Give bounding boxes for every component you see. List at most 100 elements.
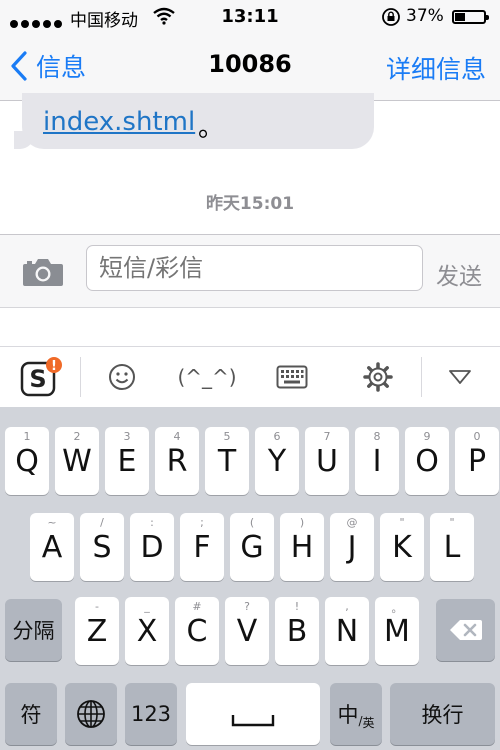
sogou-logo-icon[interactable]: S ! [10, 347, 72, 407]
key-e[interactable]: 3E [105, 427, 149, 495]
key-x[interactable]: _ X [125, 597, 169, 665]
key-b[interactable]: ! B [275, 597, 319, 665]
language-key-sub-label: 英 [362, 715, 375, 730]
key-hint: 6 [273, 430, 281, 443]
space-key[interactable] [186, 683, 320, 745]
send-button[interactable]: 发送 [436, 257, 482, 291]
details-button[interactable]: 详细信息 [386, 50, 486, 86]
key-hint: " [399, 516, 405, 529]
key-hint: 0 [473, 430, 481, 443]
key-letter: C [186, 614, 208, 649]
key-hint: @ [346, 516, 358, 529]
key-hint: 7 [323, 430, 331, 443]
key-hint: 5 [223, 430, 231, 443]
symbols-key-label: 符 [20, 703, 42, 727]
key-letter: K [392, 530, 412, 565]
smiley-icon[interactable] [92, 347, 152, 407]
key-j[interactable]: @ J [330, 513, 374, 581]
key-r[interactable]: 4R [155, 427, 199, 495]
key-letter: S [92, 530, 112, 565]
message-bubble: index.shtml 。 [14, 93, 374, 149]
space-icon [231, 715, 275, 727]
key-letter: F [193, 530, 211, 565]
key-letter: D [140, 530, 164, 565]
separator-key[interactable]: 分隔 [5, 599, 62, 661]
globe-key[interactable] [65, 683, 117, 745]
key-o[interactable]: 9O [405, 427, 449, 495]
key-g[interactable]: (G [230, 513, 274, 581]
key-hint: 4 [173, 430, 181, 443]
battery-percent: 37% [406, 6, 444, 26]
key-hint: # [192, 600, 202, 613]
key-letter: Z [86, 614, 108, 649]
key-hint: : [150, 516, 154, 529]
symbols-key[interactable]: 符 [5, 683, 57, 745]
key-t[interactable]: 5T [205, 427, 249, 495]
key-f[interactable]: ; F [180, 513, 224, 581]
key-letter: R [166, 444, 188, 479]
key-h[interactable]: ) H [280, 513, 324, 581]
key-letter: T [217, 444, 237, 479]
message-input[interactable] [86, 245, 423, 291]
key-hint: , [345, 600, 349, 613]
svg-text:S: S [29, 365, 46, 393]
key-letter: H [290, 530, 314, 565]
backspace-icon [449, 620, 482, 640]
gear-icon[interactable] [348, 347, 408, 407]
key-letter: A [41, 530, 63, 565]
key-a[interactable]: ~ A [30, 513, 74, 581]
key-l[interactable]: " L [430, 513, 474, 581]
collapse-triangle-icon[interactable] [430, 347, 490, 407]
numbers-key[interactable]: 123 [125, 683, 177, 745]
separator-key-label: 分隔 [12, 619, 55, 643]
key-s[interactable]: / S [80, 513, 124, 581]
key-z[interactable]: -Z [75, 597, 119, 665]
return-key[interactable]: 换行 [390, 683, 495, 745]
key-n[interactable]: ,N [325, 597, 369, 665]
key-letter: E [117, 444, 137, 479]
key-d[interactable]: :D [130, 513, 174, 581]
emoticon-button[interactable]: (^_^) [172, 347, 242, 407]
key-hint: ~ [47, 516, 57, 529]
key-hint: / [100, 516, 104, 529]
key-hint: 9 [423, 430, 431, 443]
key-hint: - [95, 600, 99, 613]
battery-icon [452, 10, 489, 24]
key-letter: W [62, 444, 92, 479]
key-k[interactable]: " K [380, 513, 424, 581]
return-key-label: 换行 [421, 703, 464, 727]
language-key-label: 中 [337, 703, 359, 727]
key-letter: Q [15, 444, 39, 479]
key-i[interactable]: 8I [355, 427, 399, 495]
keyboard-toolbar: S ! (^_^) [0, 346, 500, 408]
message-link[interactable]: index.shtml [43, 107, 195, 137]
keyboard-icon[interactable] [262, 347, 322, 407]
key-q[interactable]: 1Q [5, 427, 49, 495]
key-letter: V [236, 614, 258, 649]
key-hint: ; [200, 516, 204, 529]
rotation-lock-icon [381, 7, 401, 32]
delete-key[interactable] [436, 599, 495, 661]
key-hint: ! [294, 600, 300, 613]
key-letter: U [316, 444, 338, 479]
key-letter: L [443, 530, 461, 565]
key-w[interactable]: 2W [55, 427, 99, 495]
key-hint: ( [249, 516, 255, 529]
message-text: 。 [198, 113, 225, 143]
nav-bar: 信息 10086 详细信息 [0, 34, 500, 101]
language-key[interactable]: 中 / 英 [330, 683, 382, 745]
key-p[interactable]: 0P [455, 427, 499, 495]
key-v[interactable]: ? V [225, 597, 269, 665]
key-m[interactable]: 。 M [375, 597, 419, 665]
key-y[interactable]: 6Y [255, 427, 299, 495]
key-c[interactable]: # C [175, 597, 219, 665]
key-letter: N [335, 614, 359, 649]
key-hint: ? [244, 600, 250, 613]
key-letter: I [372, 444, 382, 479]
key-u[interactable]: 7U [305, 427, 349, 495]
compose-bar: 发送 [0, 234, 500, 308]
svg-text:!: ! [51, 359, 57, 374]
key-letter: M [384, 614, 410, 649]
camera-icon[interactable] [22, 257, 64, 291]
key-letter: J [347, 530, 357, 565]
